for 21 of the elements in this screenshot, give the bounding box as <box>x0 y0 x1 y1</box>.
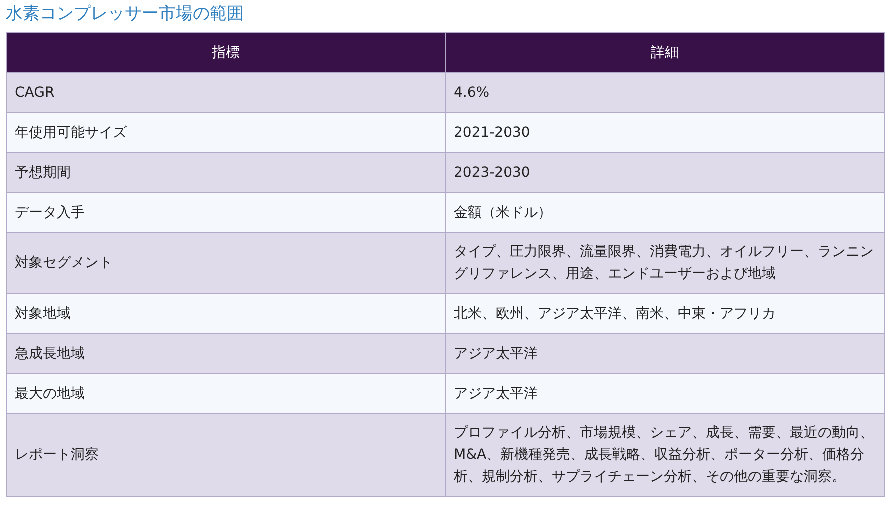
table-cell: 4.6% <box>446 72 884 112</box>
table-cell: 2021-2030 <box>446 112 884 152</box>
table-cell: 対象地域 <box>6 294 446 334</box>
table-cell: アジア太平洋 <box>446 374 884 414</box>
column-header: 詳細 <box>446 32 884 72</box>
table-cell: 2023-2030 <box>446 152 884 192</box>
table-cell: 急成長地域 <box>6 334 446 374</box>
table-cell: 対象セグメント <box>6 232 446 294</box>
table-cell: 金額（米ドル） <box>446 192 884 232</box>
table-cell: タイプ、圧力限界、流量限界、消費電力、オイルフリー、ランニングリファレンス、用途、エンドユーザーおよび地域 <box>446 232 884 294</box>
table-cell: データ入手 <box>6 192 446 232</box>
column-header: 指標 <box>6 32 446 72</box>
table-cell: 年使用可能サイズ <box>6 112 446 152</box>
table-cell: 北米、欧州、アジア太平洋、南米、中東・アフリカ <box>446 294 884 334</box>
table-cell: CAGR <box>6 72 446 112</box>
table-cell: レポート洞察 <box>6 414 446 496</box>
table-cell: 予想期間 <box>6 152 446 192</box>
table-cell: 最大の地域 <box>6 374 446 414</box>
table-cell: プロファイル分析、市場規模、シェア、成長、需要、最近の動向、M&A、新機種発売、成長戦略、収益分析、ポーター分析、価格分析、規制分析、サプライチェーン分析、その他の重要な洞察。 <box>446 414 884 496</box>
table-cell: アジア太平洋 <box>446 334 884 374</box>
table-title: 水素コンプレッサー市場の範囲 <box>6 3 245 26</box>
